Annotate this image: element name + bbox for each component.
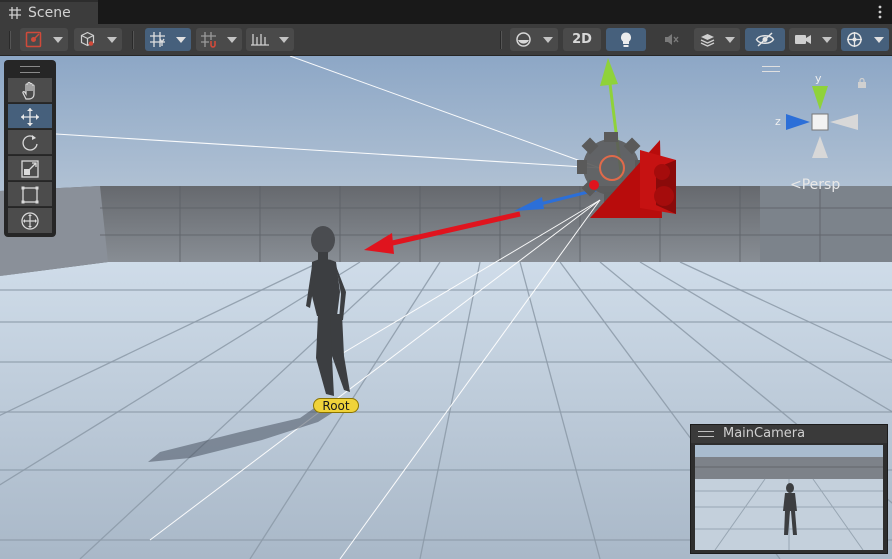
- audio-mute-icon: [665, 34, 679, 45]
- chevron-down-icon: [725, 37, 735, 43]
- tab-scene[interactable]: Scene: [0, 0, 98, 24]
- rotate-icon: [22, 135, 38, 151]
- scale-tool[interactable]: [8, 156, 52, 181]
- camera-preview-overlay[interactable]: MainCamera: [690, 424, 888, 554]
- gizmos-button[interactable]: [841, 28, 889, 51]
- chevron-down-icon: [176, 37, 186, 43]
- grid-icon: [9, 7, 21, 19]
- grid-y-icon: [150, 32, 165, 47]
- chevron-down-icon: [107, 37, 117, 43]
- scale-icon: [21, 160, 39, 178]
- transform-icon: [21, 212, 39, 230]
- transform-tool[interactable]: [8, 208, 52, 233]
- rect-icon: [21, 186, 39, 204]
- rect-tool[interactable]: [8, 182, 52, 207]
- ruler-button[interactable]: [246, 28, 294, 51]
- scene-toolbar: 2D: [0, 24, 892, 56]
- draw-mode-button[interactable]: [20, 28, 68, 51]
- rotate-tool[interactable]: [8, 130, 52, 155]
- move-tool[interactable]: [8, 104, 52, 129]
- chevron-down-icon: [543, 37, 553, 43]
- toolbar-separator: [132, 31, 134, 49]
- chevron-down-icon: [822, 37, 832, 43]
- cube-icon: [80, 31, 95, 47]
- tab-bar: Scene: [0, 0, 892, 24]
- scene-view-window: Scene 2D y z <Persp Root MainCamera: [0, 0, 892, 559]
- axis-z-label: z: [775, 115, 781, 128]
- draw-mode-icon: [25, 31, 42, 48]
- lightbulb-icon: [621, 32, 631, 47]
- increment-snap-button[interactable]: [196, 28, 242, 51]
- hand-icon: [22, 81, 35, 100]
- video-camera-icon: [795, 35, 811, 44]
- tool-palette: [4, 60, 56, 237]
- palette-grip[interactable]: [20, 66, 40, 73]
- orientation-button[interactable]: [74, 28, 122, 51]
- chevron-down-icon: [279, 37, 289, 43]
- camera-settings-button[interactable]: [789, 28, 837, 51]
- kebab-menu-icon[interactable]: [878, 4, 882, 20]
- 2d-toggle-button[interactable]: 2D: [563, 28, 601, 51]
- ruler-icon: [251, 34, 269, 46]
- camera-preview-image: [695, 445, 883, 550]
- audio-toggle-button[interactable]: [651, 28, 691, 51]
- shading-sphere-icon: [516, 32, 531, 47]
- toolbar-separator: [500, 31, 502, 49]
- effects-button[interactable]: [694, 28, 740, 51]
- 2d-label: 2D: [572, 32, 592, 47]
- hand-tool[interactable]: [8, 78, 52, 103]
- gizmo-grip[interactable]: [762, 66, 780, 72]
- preview-grip[interactable]: [698, 431, 714, 437]
- root-label[interactable]: Root: [313, 398, 359, 413]
- hidden-objects-button[interactable]: [745, 28, 785, 51]
- toolbar-grip: [9, 31, 11, 49]
- grid-snap-button[interactable]: [145, 28, 191, 51]
- chevron-down-icon: [53, 37, 63, 43]
- lighting-toggle-button[interactable]: [606, 28, 646, 51]
- lock-icon[interactable]: [857, 78, 867, 88]
- chevron-down-icon: [874, 37, 884, 43]
- tab-title: Scene: [28, 5, 71, 21]
- eye-slash-icon: [755, 32, 775, 47]
- camera-preview-title: MainCamera: [723, 426, 806, 441]
- shading-mode-button[interactable]: [510, 28, 558, 51]
- projection-label[interactable]: <Persp: [790, 177, 840, 193]
- axis-y-label: y: [815, 72, 822, 85]
- camera-preview-header[interactable]: MainCamera: [691, 425, 887, 443]
- chevron-down-icon: [227, 37, 237, 43]
- gizmo-icon: [847, 32, 862, 47]
- snap-magnet-icon: [201, 32, 216, 48]
- move-icon: [21, 108, 39, 126]
- effects-layers-icon: [700, 34, 715, 47]
